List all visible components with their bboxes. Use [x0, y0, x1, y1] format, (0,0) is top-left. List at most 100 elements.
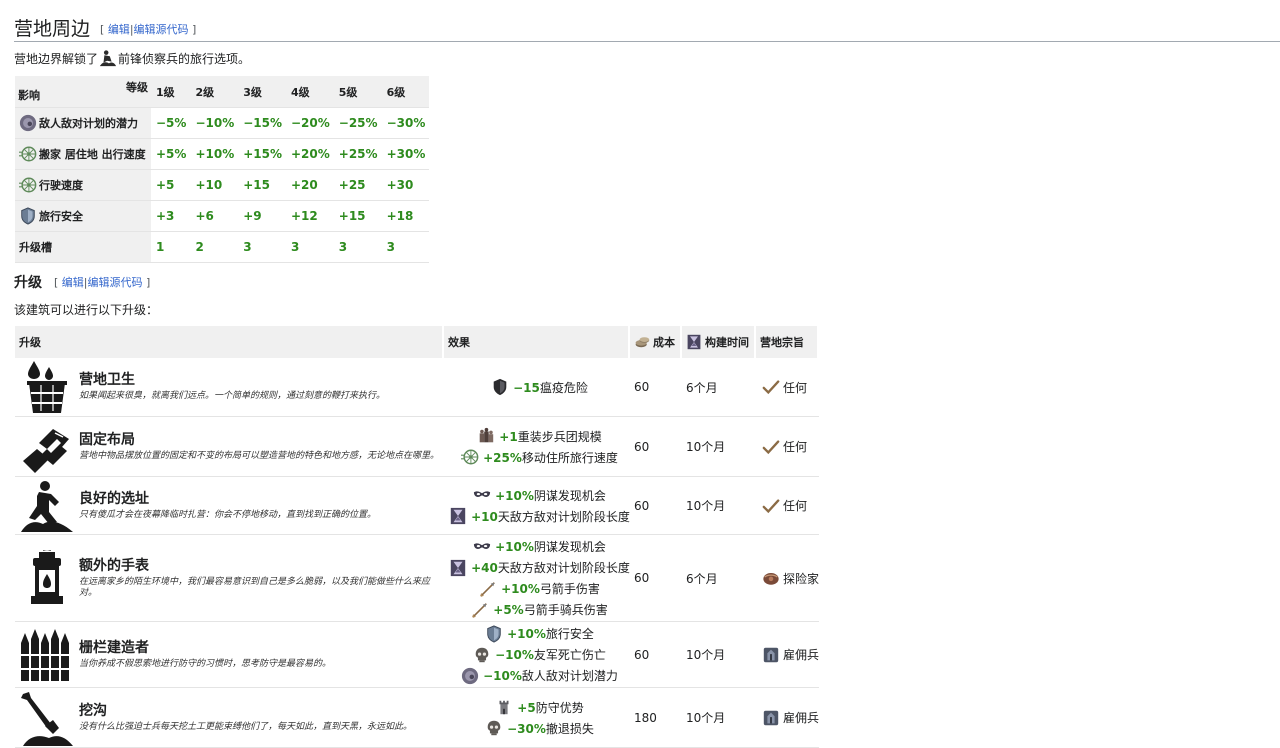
level-value: +20%	[286, 139, 334, 170]
arrow-icon	[471, 601, 489, 619]
purpose-cell: 雇佣兵	[756, 688, 819, 747]
gray-orb-icon	[19, 114, 37, 132]
level-value: −5%	[151, 108, 191, 139]
effects-cell: +10%阴谋发现机会 +40天敌方敌对计划阶段长度 +10%弓箭手伤害 +5%弓箭手骑…	[444, 535, 630, 621]
effect-text: 天敌方敌对计划阶段长度	[497, 509, 630, 524]
level-value: +30	[381, 170, 430, 201]
level-value: −10%	[190, 108, 239, 139]
mercenary-icon	[762, 709, 780, 727]
cost-cell: 60	[634, 439, 650, 454]
level-value: +10%	[190, 139, 239, 170]
upgrade-cell: 栅栏建造者 当你养成不假思索地进行防守的习惯时，思考防守是最容易的。	[15, 622, 444, 687]
purpose-cell: 探险家	[756, 535, 819, 621]
level-value: 3	[381, 232, 430, 263]
level-effects-table: 等级 影响 1级 2级 3级 4级 5级 6级 敌人敌对计划的潜力 −5% −10% −15% −…	[15, 76, 430, 263]
upgrade-cell: 挖沟 没有什么比强迫士兵每天挖土工更能束缚他们了，每天如此，直到天黑，永远如此。	[15, 688, 444, 747]
cost-cell: 60	[634, 380, 650, 394]
effect-value: +25%	[483, 450, 522, 465]
upgrade-name: 额外的手表	[79, 557, 149, 574]
effect-value: +5	[517, 700, 536, 715]
level-value: +25	[333, 170, 382, 201]
shovel-icon	[19, 690, 75, 746]
effect-line: +1重装步兵团规模	[477, 427, 602, 445]
purpose-text: 探险家	[783, 571, 820, 586]
level-row-label: 旅行安全	[15, 201, 151, 232]
effects-cell: +10%阴谋发现机会 +10天敌方敌对计划阶段长度	[444, 477, 630, 534]
cost-cell: 180	[634, 710, 657, 725]
level-header-5: 5级	[333, 76, 382, 108]
effect-value: −10%	[483, 669, 522, 683]
hourglass-icon	[686, 334, 702, 350]
effect-text: 瘟疫危险	[539, 380, 588, 395]
effect-line: −30%撤退损失	[485, 719, 594, 737]
purpose-text: 雇佣兵	[783, 648, 820, 662]
edit-link[interactable]: 编辑	[62, 276, 84, 289]
level-value: +20	[286, 170, 334, 201]
cost-cell: 60	[634, 498, 650, 513]
wheel-icon	[461, 448, 479, 466]
upgrade-description: 在远离家乡的陌生环境中，我们最容易意识到自己是多么脆弱，以及我们能做些什么来应对…	[79, 576, 431, 598]
effect-value: +10%	[495, 488, 534, 503]
skull-icon	[473, 646, 491, 664]
upgrades-intro-text: 该建筑可以进行以下升级：	[14, 303, 159, 317]
effect-value: +10%	[501, 582, 540, 596]
upgrade-row: 固定布局 营地中物品摆放位置的固定和不变的布局可以塑造营地的特色和地方感，无论地点…	[15, 417, 819, 477]
purpose-text: 雇佣兵	[783, 711, 820, 725]
effect-value: −10%	[495, 648, 534, 662]
effects-cell: +1重装步兵团规模 +25%移动住所旅行速度	[444, 417, 630, 476]
purpose-cell: 任何	[756, 417, 819, 476]
edit-source-link[interactable]: 编辑源代码	[88, 276, 143, 289]
hourglass-icon	[449, 559, 467, 577]
upgrade-row: 营地卫生 如果闻起来很臭，就离我们远点。一个简单的规则，通过刻意的鞭打来执行。 −1…	[15, 358, 819, 417]
level-value: −30%	[381, 108, 430, 139]
effect-text: 阴谋发现机会	[533, 488, 606, 503]
effects-cell: −15瘟疫危险	[444, 358, 630, 416]
upgrade-cell: 良好的选址 只有傻瓜才会在夜幕降临时扎营：你会不停地移动，直到找到正确的位置。	[15, 477, 444, 534]
upgrade-description: 当你养成不假思索地进行防守的习惯时，思考防守是最容易的。	[79, 658, 332, 669]
header-build-time: 构建时间	[682, 326, 756, 358]
edit-source-link[interactable]: 编辑源代码	[134, 23, 189, 36]
tower-icon	[495, 698, 513, 716]
level-value: +5%	[151, 139, 191, 170]
edit-link[interactable]: 编辑	[108, 23, 130, 36]
effect-text: 弓箭手骑兵伤害	[523, 603, 608, 617]
effect-value: +1	[499, 429, 518, 444]
effect-value: +10%	[507, 627, 546, 641]
effect-value: +40	[471, 561, 498, 575]
effect-text: 防守优势	[535, 700, 584, 715]
hourglass-icon	[449, 507, 467, 525]
section-title: 升级	[14, 275, 42, 291]
level-value: −15%	[238, 108, 286, 139]
level-value: +10	[190, 170, 239, 201]
upgrades-header-row: 升级 效果 成本 构建时间 营地宗旨	[15, 326, 819, 358]
gray-orb-icon	[461, 667, 479, 685]
upgrade-name: 挖沟	[79, 702, 107, 719]
level-value: +6	[190, 201, 239, 232]
purpose-text: 任何	[783, 380, 808, 395]
level-header-6: 6级	[381, 76, 430, 108]
level-row-label: 行驶速度	[15, 170, 151, 201]
upgrade-cell: 额外的手表在远离家乡的陌生环境中，我们最容易意识到自己是多么脆弱，以及我们能做些…	[15, 535, 444, 621]
level-header-4: 4级	[286, 76, 334, 108]
section-heading-camp-surroundings: 营地周边 [ 编辑|编辑源代码 ]	[14, 18, 1280, 42]
level-row-label: 敌人敌对计划的潜力	[15, 108, 151, 139]
level-value: 3	[333, 232, 382, 263]
bucket-icon	[19, 359, 75, 415]
effect-line: +5防守优势	[495, 698, 584, 716]
build-time-cell: 10个月	[686, 711, 726, 725]
build-time-cell: 6个月	[686, 571, 718, 586]
section-edit-links: [ 编辑|编辑源代码 ]	[54, 276, 151, 289]
upgrade-cell: 营地卫生 如果闻起来很臭，就离我们远点。一个简单的规则，通过刻意的鞭打来执行。	[15, 358, 444, 416]
effect-line: −15瘟疫危险	[491, 378, 588, 396]
shield-dark-icon	[491, 378, 509, 396]
check-icon	[762, 438, 780, 456]
build-time-cell: 10个月	[686, 440, 726, 454]
upgrade-description: 如果闻起来很臭，就离我们远点。一个简单的规则，通过刻意的鞭打来执行。	[79, 391, 386, 401]
header-upgrade: 升级	[15, 326, 444, 358]
effect-line: +10%阴谋发现机会	[473, 486, 606, 504]
level-value: 3	[286, 232, 334, 263]
intro-text: 营地边界解锁了 前锋侦察兵的旅行选项。	[14, 49, 250, 67]
level-header-1: 1级	[151, 76, 191, 108]
level-value: +3	[151, 201, 191, 232]
cost-cell: 60	[634, 647, 650, 662]
